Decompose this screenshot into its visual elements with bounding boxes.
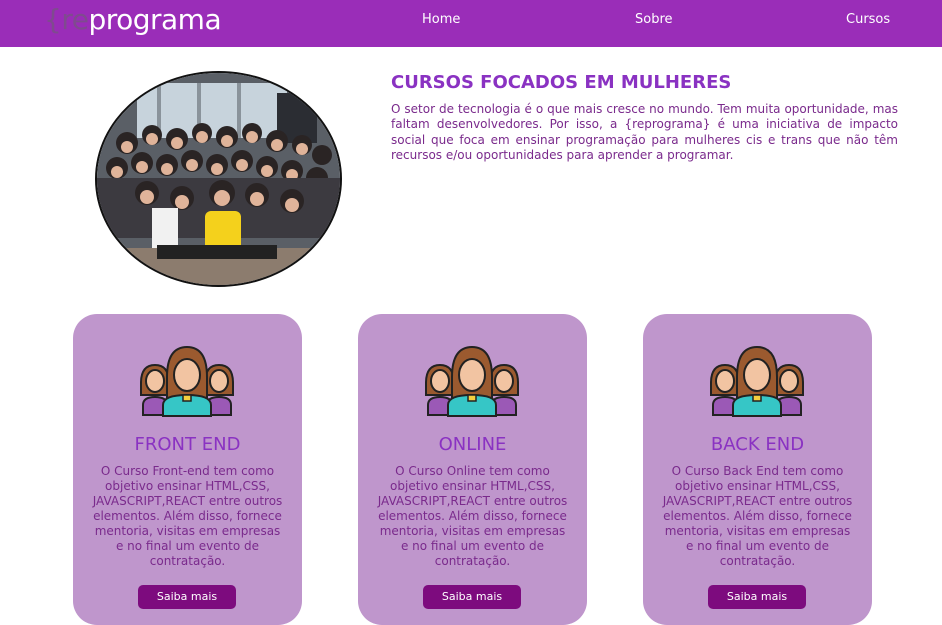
nav-link-home[interactable]: Home [422, 12, 460, 28]
reprograma-logo[interactable]: {reprograma [44, 3, 222, 37]
course-card-online: ONLINE O Curso Online tem como objetivo … [358, 314, 587, 625]
course-title: FRONT END [134, 434, 241, 455]
course-description: O Curso Online tem como objetivo ensinar… [377, 464, 568, 568]
group-photo [95, 71, 342, 287]
course-description: O Curso Back End tem como objetivo ensin… [662, 464, 853, 568]
course-card-back-end: BACK END O Curso Back End tem como objet… [643, 314, 872, 625]
hero-title: CURSOS FOCADOS EM MULHERES [391, 72, 732, 93]
women-group-icon [422, 343, 522, 417]
course-description: O Curso Front-end tem como objetivo ensi… [92, 464, 283, 568]
saiba-mais-button[interactable]: Saiba mais [423, 585, 521, 609]
women-group-icon [707, 343, 807, 417]
nav-link-sobre[interactable]: Sobre [635, 12, 673, 28]
nav-link-cursos[interactable]: Cursos [846, 12, 890, 28]
course-card-front-end: FRONT END O Curso Front-end tem como obj… [73, 314, 302, 625]
logo-prefix: {re [44, 3, 89, 36]
top-navbar: {reprograma Home Sobre Cursos [0, 0, 942, 47]
saiba-mais-button[interactable]: Saiba mais [138, 585, 236, 609]
course-title: ONLINE [438, 434, 507, 455]
course-title: BACK END [710, 434, 805, 455]
women-group-icon [137, 343, 237, 417]
hero-description: O setor de tecnologia é o que mais cresc… [391, 102, 898, 162]
logo-main: programa [88, 3, 222, 36]
saiba-mais-button[interactable]: Saiba mais [708, 585, 806, 609]
